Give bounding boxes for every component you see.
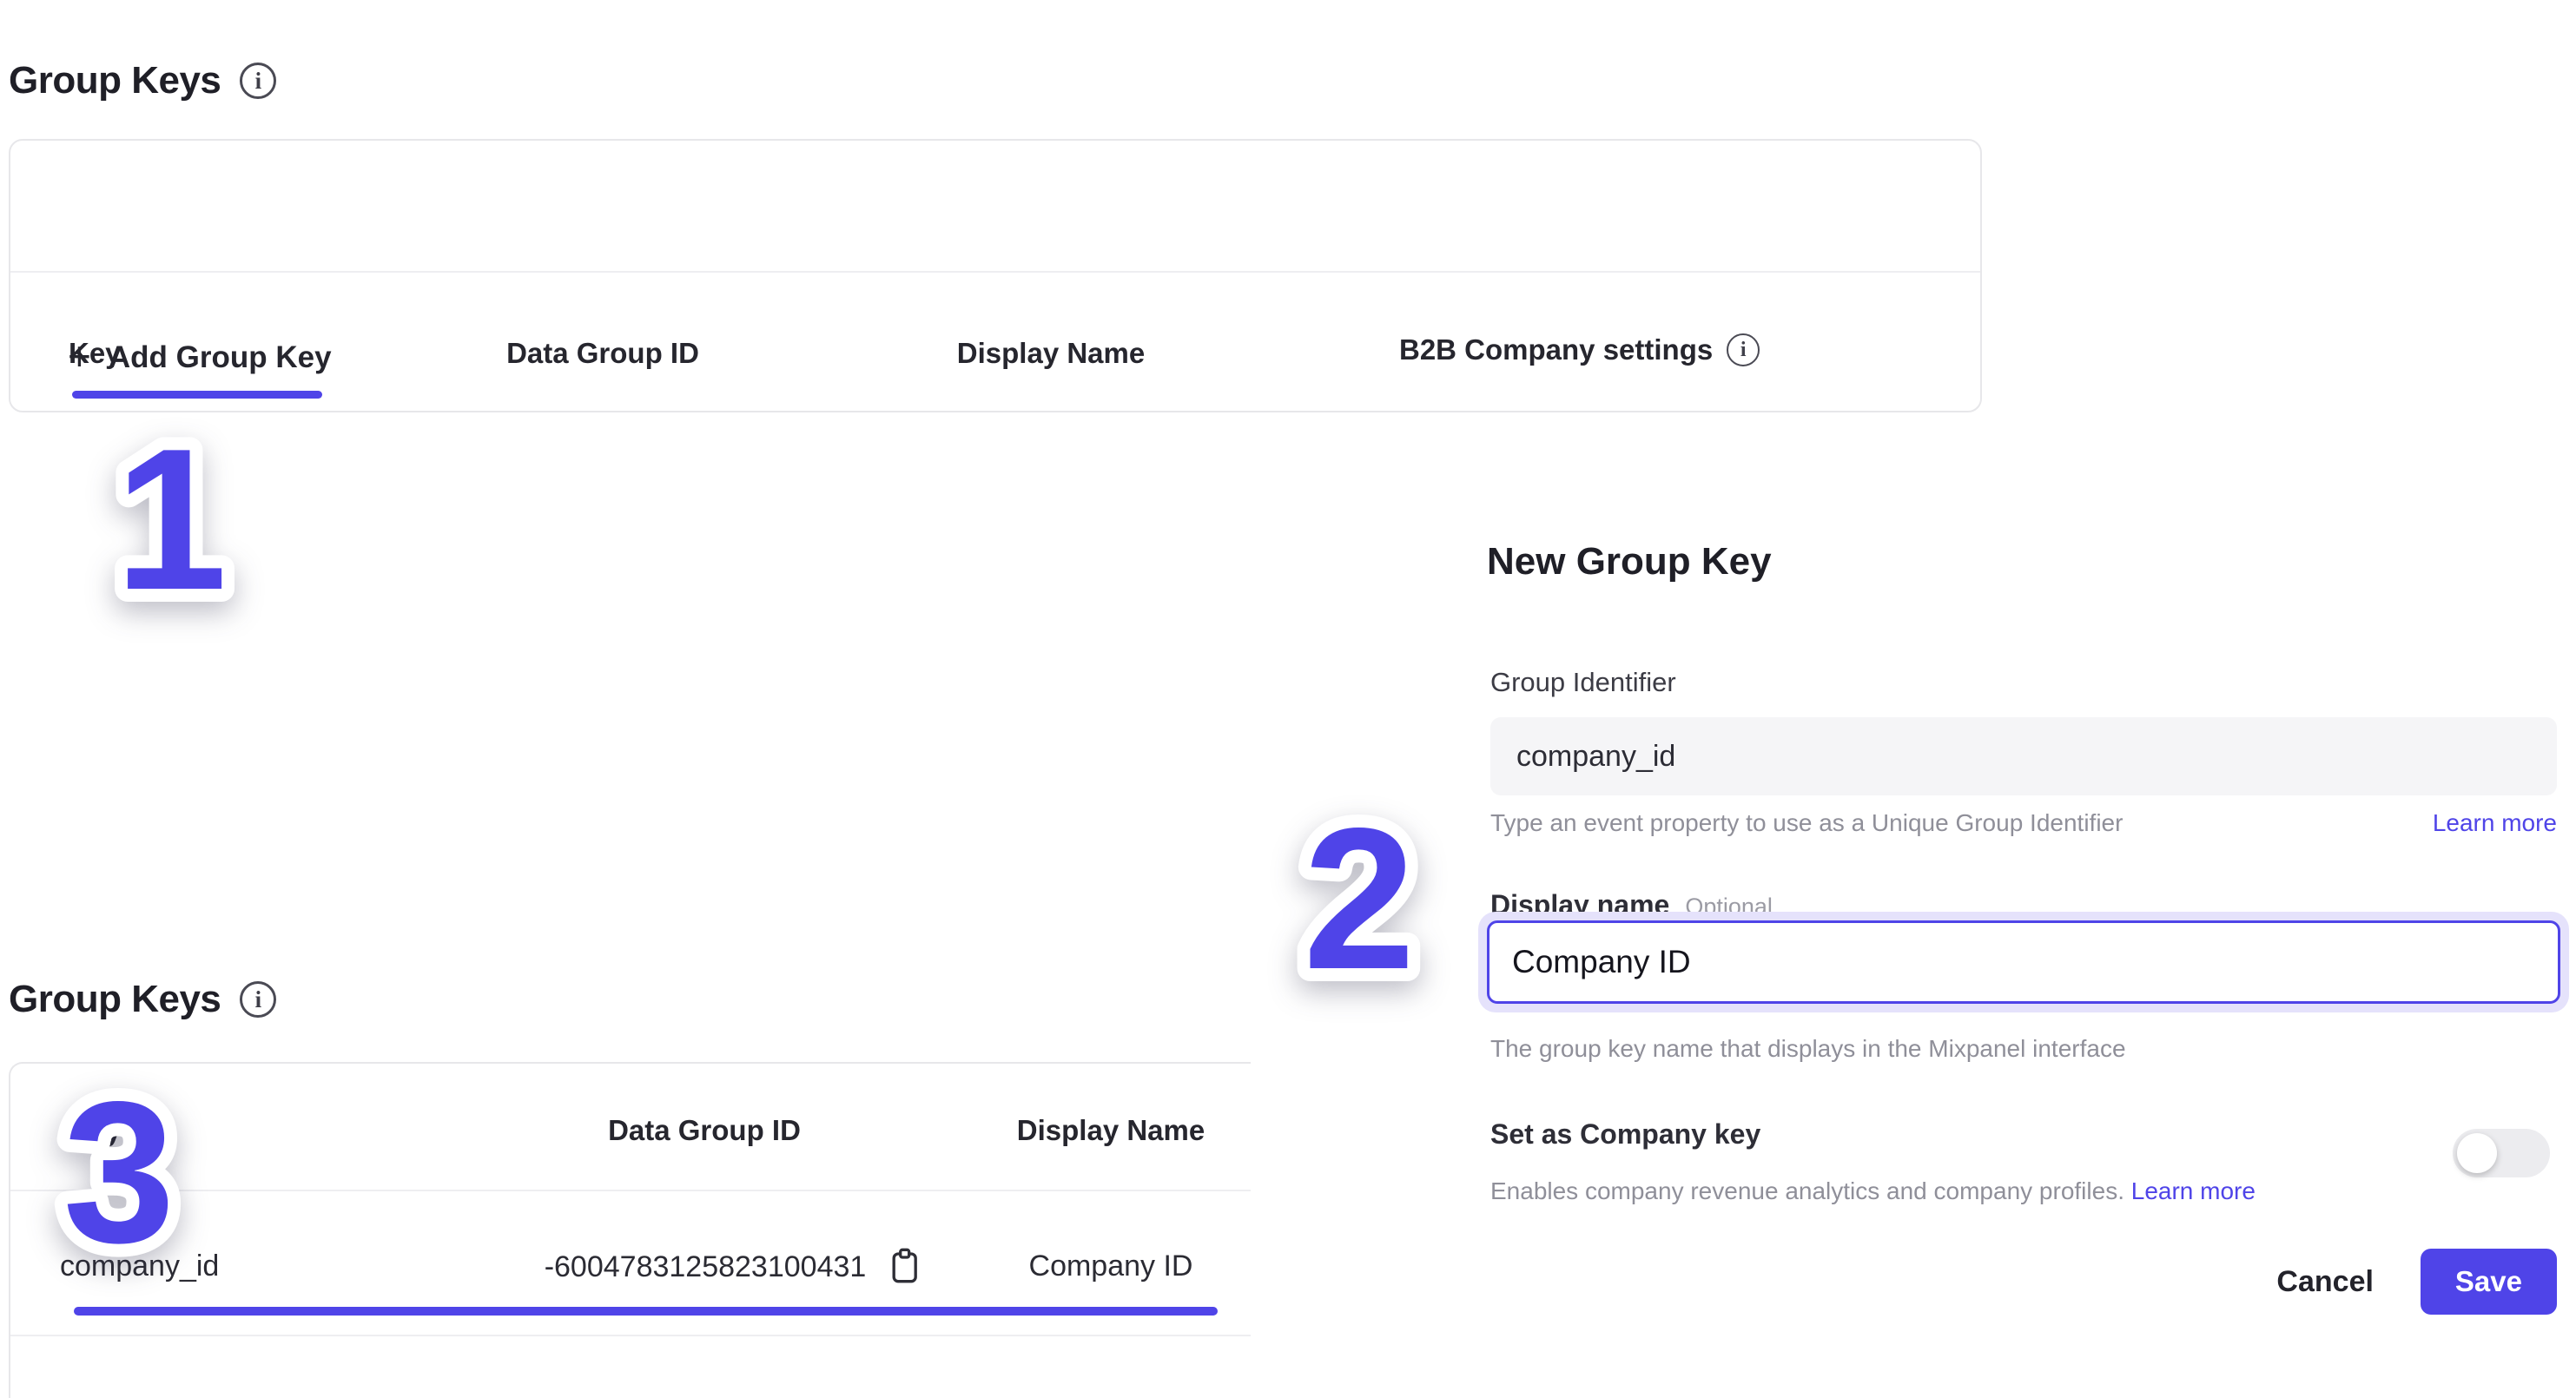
add-group-key-button[interactable]: + Add Group Key [68,339,332,376]
data-group-id-value: -6004783125823100431 [545,1250,867,1284]
row-display-name-cell: Company ID [1029,1250,1193,1283]
company-key-helper-text: Enables company revenue analytics and co… [1490,1177,2124,1204]
info-icon[interactable]: i [240,981,276,1018]
group-identifier-helper-row: Type an event property to use as a Uniqu… [1490,809,2557,837]
table-header-divider [10,271,1980,273]
column-header-display-name: Display Name [1017,1114,1205,1147]
group-identifier-helper: Type an event property to use as a Uniqu… [1490,809,2123,837]
group-identifier-input[interactable] [1490,717,2557,795]
row-data-group-id-cell: -6004783125823100431 [545,1246,922,1288]
company-key-label: Set as Company key [1490,1118,1760,1151]
column-header-b2b-settings: B2B Company settings i [1399,333,1760,366]
page-title: Group Keys [9,978,221,1021]
add-group-key-label: Add Group Key [109,340,332,375]
column-header-data-group-id: Data Group ID [608,1114,801,1147]
svg-text:1: 1 [115,407,227,632]
group-keys-table-filled: Key Data Group ID Display Name company_i… [9,1062,1251,1398]
info-icon[interactable]: i [1727,333,1760,366]
column-header-data-group-id: Data Group ID [506,337,699,370]
company-key-helper: Enables company revenue analytics and co… [1490,1177,2256,1205]
page-title: Group Keys [9,59,221,102]
copy-icon[interactable] [887,1246,921,1288]
step1-highlight-underline [72,391,322,399]
row-key-cell: company_id [60,1250,219,1283]
display-name-input[interactable] [1487,920,2560,1004]
new-group-key-title: New Group Key [1487,540,1772,584]
learn-more-link[interactable]: Learn more [2433,809,2557,837]
step3-highlight-underline [74,1307,1218,1316]
column-header-key: Key [69,1114,122,1147]
group-keys-setup-tutorial: Group Keys i Key Data Group ID Display N… [0,0,2576,1398]
column-header-display-name: Display Name [957,337,1145,370]
svg-text:2: 2 [1303,787,1415,1012]
display-name-focus-ring [1478,912,2569,1012]
group-keys-header-2: Group Keys i [9,978,276,1021]
plus-icon: + [68,336,91,376]
step-2-badge: 2 [1229,751,1489,1012]
display-name-helper: The group key name that displays in the … [1490,1035,2126,1063]
toggle-knob [2457,1133,2497,1173]
company-key-toggle[interactable] [2453,1129,2550,1177]
table-header-divider [10,1190,1251,1191]
learn-more-link[interactable]: Learn more [2131,1177,2256,1204]
b2b-settings-label: B2B Company settings [1399,333,1713,366]
group-keys-table-empty: Key Data Group ID Display Name B2B Compa… [9,139,1982,412]
info-icon[interactable]: i [240,63,276,99]
form-actions: Cancel Save [1490,1249,2557,1315]
group-keys-header-1: Group Keys i [9,59,276,102]
table-row-divider [10,1335,1251,1336]
cancel-button[interactable]: Cancel [2276,1265,2374,1299]
save-button[interactable]: Save [2421,1249,2557,1315]
group-identifier-label: Group Identifier [1490,667,1676,698]
